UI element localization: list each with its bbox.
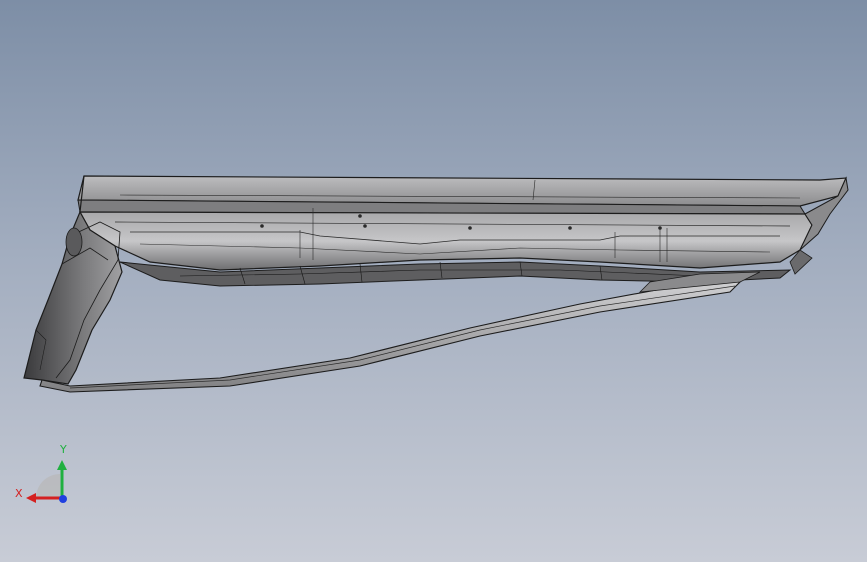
graphics-viewport[interactable]: Y X bbox=[0, 0, 867, 562]
z-axis-dot-icon bbox=[59, 495, 67, 503]
lower-strip bbox=[39, 271, 761, 393]
triad-plane bbox=[36, 474, 60, 498]
y-arrow-head-icon bbox=[57, 460, 67, 470]
y-axis-label: Y bbox=[59, 443, 67, 456]
main-body bbox=[78, 208, 813, 271]
orientation-triad: Y X bbox=[15, 443, 67, 503]
x-axis-label: X bbox=[15, 487, 23, 500]
x-arrow-head-icon bbox=[26, 493, 36, 503]
top-flange bbox=[77, 175, 847, 215]
cad-part-model[interactable] bbox=[0, 0, 867, 562]
